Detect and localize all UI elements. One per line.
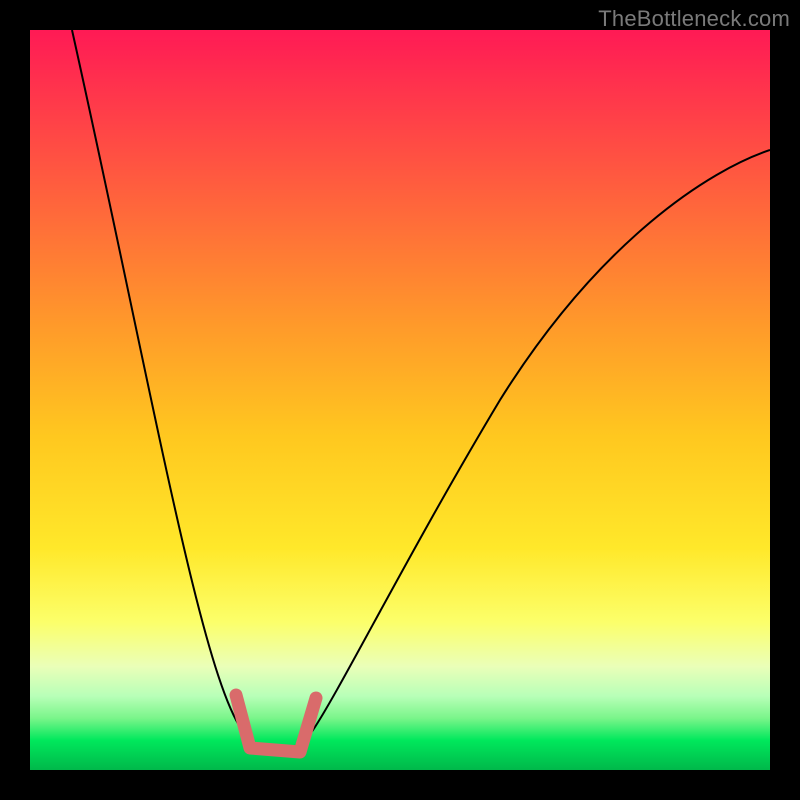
valley-highlight bbox=[236, 695, 316, 752]
chart-svg bbox=[30, 30, 770, 770]
chart-plot-area bbox=[30, 30, 770, 770]
watermark-text: TheBottleneck.com bbox=[598, 6, 790, 32]
bottleneck-curve bbox=[72, 30, 770, 751]
